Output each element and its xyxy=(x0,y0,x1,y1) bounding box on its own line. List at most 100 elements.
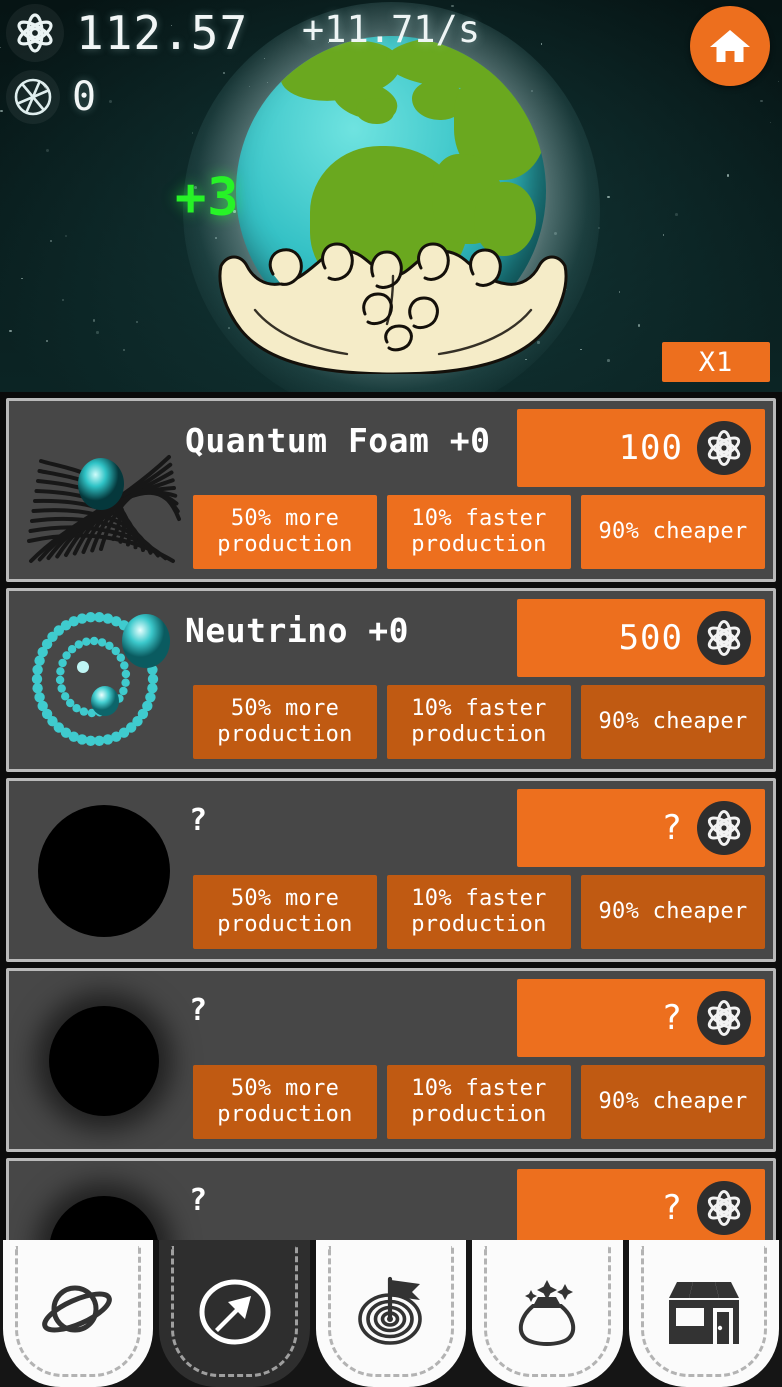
planet-icon xyxy=(39,1273,117,1355)
clicker-stage[interactable]: 112.57 0 +11.71/s +3 X1 xyxy=(0,0,782,392)
upgrade-line-2: production xyxy=(411,722,547,747)
upgrade-option-button[interactable]: 50% more production xyxy=(193,685,377,759)
upgrade-button-row: 50% more production 10% faster production 90… xyxy=(193,685,765,759)
atom-icon xyxy=(707,810,741,846)
price-value: ? xyxy=(661,1188,683,1228)
upgrade-line-1: 10% faster xyxy=(411,505,547,531)
upgrade-option-button[interactable]: 90% cheaper xyxy=(581,1065,765,1139)
upgrade-line-2: production xyxy=(217,532,353,557)
lightning-circle-icon xyxy=(195,1272,275,1356)
buy-button[interactable]: 100 xyxy=(517,409,765,487)
nav-tab-energy[interactable] xyxy=(159,1240,310,1387)
locked-black-circle-icon xyxy=(49,1006,159,1116)
upgrade-line-2: production xyxy=(217,912,353,937)
shop-icon xyxy=(668,1281,739,1344)
lightning-circle-icon xyxy=(199,1279,271,1344)
atom-icon xyxy=(707,1190,741,1226)
earth-in-hands-illustration[interactable]: +3 xyxy=(175,2,600,392)
nav-tab-achievements[interactable] xyxy=(315,1240,467,1387)
game-screen: 112.57 0 +11.71/s +3 X1 Quantum Foam +0 … xyxy=(0,0,782,1387)
upgrade-name: ? xyxy=(189,1183,208,1218)
price-value: ? xyxy=(661,808,683,848)
multiplier-label: X1 xyxy=(698,346,734,378)
target-flag-icon xyxy=(350,1271,432,1357)
money-bag-icon xyxy=(519,1279,576,1346)
upgrade-option-button[interactable]: 50% more production xyxy=(193,1065,377,1139)
upgrade-line-1: 90% cheaper xyxy=(598,708,748,734)
upgrade-option-button[interactable]: 90% cheaper xyxy=(581,685,765,759)
upgrade-line-2: production xyxy=(411,1102,547,1127)
multiplier-button[interactable]: X1 xyxy=(662,342,770,382)
upgrade-line-2: production xyxy=(411,532,547,557)
upgrade-line-1: 50% more xyxy=(230,505,340,531)
upgrade-card[interactable]: ?? 50% more production 10% faster productio… xyxy=(6,778,776,962)
upgrade-button-row: 50% more production 10% faster production 90… xyxy=(193,1065,765,1139)
atom-icon xyxy=(707,1000,741,1036)
upgrade-name: ? xyxy=(189,993,208,1028)
upgrade-button-row: 50% more production 10% faster production 90… xyxy=(193,495,765,569)
planet-icon xyxy=(42,1285,113,1332)
atom-icon xyxy=(707,430,741,466)
neutrino-orbit-icon xyxy=(31,612,170,746)
atom-icon xyxy=(697,611,751,665)
upgrade-card[interactable]: ?? 50% more production 10% faster productio… xyxy=(6,968,776,1152)
upgrade-card[interactable]: ?? xyxy=(6,1158,776,1253)
upgrade-option-button[interactable]: 90% cheaper xyxy=(581,495,765,569)
cupped-hands-icon xyxy=(218,242,568,374)
upgrade-line-2: production xyxy=(217,1102,353,1127)
upgrade-line-2: production xyxy=(217,722,353,747)
upgrade-line-1: 50% more xyxy=(230,885,340,911)
atom-icon xyxy=(697,1181,751,1235)
upgrade-option-button[interactable]: 10% faster production xyxy=(387,495,571,569)
upgrade-line-1: 10% faster xyxy=(411,885,547,911)
nav-tab-shop[interactable] xyxy=(628,1240,780,1387)
upgrade-option-button[interactable]: 10% faster production xyxy=(387,1065,571,1139)
upgrade-card[interactable]: Quantum Foam +0 100 50% more production 10%… xyxy=(6,398,776,582)
production-rate: +11.71/s xyxy=(301,8,481,51)
upgrade-option-button[interactable]: 50% more production xyxy=(193,495,377,569)
nav-tab-rewards[interactable] xyxy=(472,1240,623,1387)
upgrade-option-button[interactable]: 90% cheaper xyxy=(581,875,765,949)
click-gain-text: +3 xyxy=(175,168,240,228)
price-value: 100 xyxy=(618,428,683,468)
home-button[interactable] xyxy=(690,6,770,86)
upgrade-card[interactable]: Neutrino +0 500 50% more production 10% fas… xyxy=(6,588,776,772)
price-value: ? xyxy=(661,998,683,1038)
neutrino-orbit-icon xyxy=(21,601,187,761)
target-flag-icon xyxy=(358,1276,422,1345)
atom-icon xyxy=(697,801,751,855)
upgrade-option-button[interactable]: 50% more production xyxy=(193,875,377,949)
upgrade-option-button[interactable]: 10% faster production xyxy=(387,685,571,759)
atom-icon xyxy=(697,421,751,475)
locked-black-circle-icon xyxy=(21,981,187,1141)
locked-black-circle-icon xyxy=(21,791,187,951)
nav-tab-planet[interactable] xyxy=(3,1240,154,1387)
upgrade-name: ? xyxy=(189,803,208,838)
upgrade-option-button[interactable]: 10% faster production xyxy=(387,875,571,949)
upgrade-line-1: 10% faster xyxy=(411,695,547,721)
quantum-foam-grid-icon xyxy=(21,411,187,571)
bottom-navigation[interactable] xyxy=(0,1240,782,1387)
money-bag-icon xyxy=(507,1272,587,1356)
aperture-icon xyxy=(6,70,60,124)
upgrade-line-2: production xyxy=(411,912,547,937)
atom-icon xyxy=(697,991,751,1045)
upgrade-list[interactable]: Quantum Foam +0 100 50% more production 10%… xyxy=(0,392,782,1253)
buy-button[interactable]: 500 xyxy=(517,599,765,677)
upgrade-line-1: 10% faster xyxy=(411,1075,547,1101)
aperture-counter: 0 xyxy=(6,70,97,124)
upgrade-line-1: 50% more xyxy=(230,1075,340,1101)
buy-button[interactable]: ? xyxy=(517,1169,765,1247)
buy-button[interactable]: ? xyxy=(517,979,765,1057)
upgrade-line-1: 90% cheaper xyxy=(598,518,748,544)
shop-icon xyxy=(663,1276,745,1352)
upgrade-button-row: 50% more production 10% faster production 90… xyxy=(193,875,765,949)
upgrade-name: Neutrino +0 xyxy=(185,611,410,650)
quantum-foam-grid-icon xyxy=(27,455,181,563)
upgrade-line-1: 90% cheaper xyxy=(598,898,748,924)
aperture-value: 0 xyxy=(72,74,98,120)
upgrade-line-1: 50% more xyxy=(230,695,340,721)
buy-button[interactable]: ? xyxy=(517,789,765,867)
upgrade-line-1: 90% cheaper xyxy=(598,1088,748,1114)
atom-icon xyxy=(707,620,741,656)
